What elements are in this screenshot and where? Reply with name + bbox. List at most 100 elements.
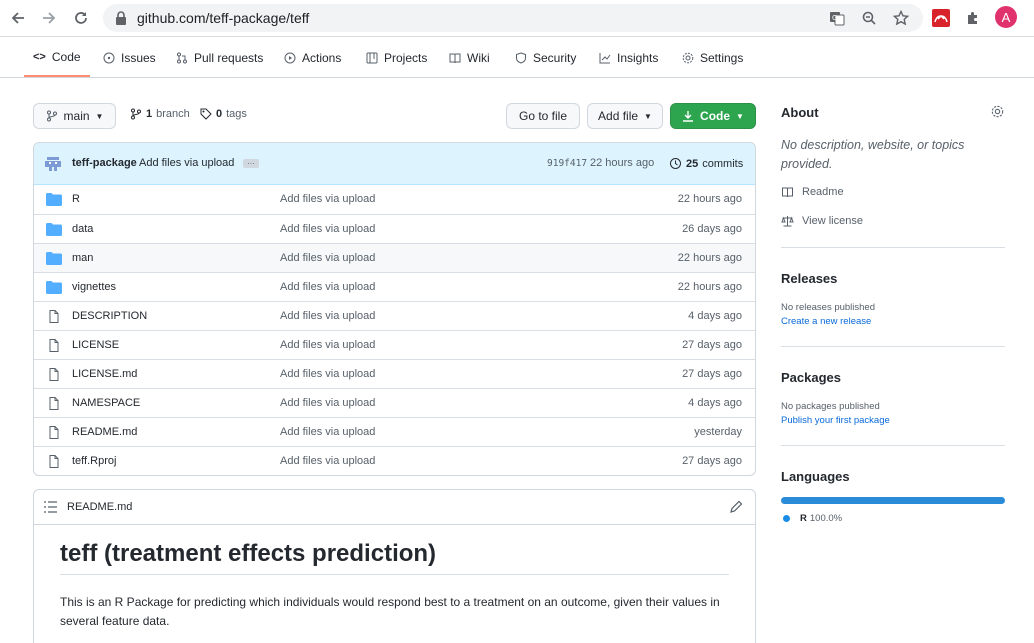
tab-settings[interactable]: Settings [682,38,743,77]
file-commit-message[interactable]: Add files via upload [280,193,375,205]
file-commit-message[interactable]: Add files via upload [280,339,375,351]
language-name: R [800,513,807,524]
readme-link-label: Readme [802,186,844,198]
expand-commit-button[interactable]: … [243,158,259,168]
language-item[interactable]: R 100.0% [783,513,842,524]
create-release-link[interactable]: Create a new release [781,316,871,327]
commit-count-label: commits [702,157,744,170]
file-icon [49,397,59,410]
folder-icon [46,223,62,236]
translate-button[interactable]: G [827,9,847,27]
forward-button[interactable] [37,6,61,30]
branch-icon [46,110,57,122]
file-row[interactable]: vignettes Add files via upload 22 hours ag… [34,272,755,301]
file-commit-message[interactable]: Add files via upload [280,310,375,322]
file-name[interactable]: R [72,193,80,205]
tags-link[interactable]: 0 tags [200,108,247,120]
profile-avatar[interactable]: A [995,6,1017,28]
branch-count: 1 [146,108,153,120]
readme-body: This is an R Package for predicting whic… [60,595,720,628]
file-row[interactable]: LICENSE.md Add files via upload 27 days ag… [34,359,755,388]
file-name[interactable]: README.md [72,426,137,438]
tab-pull-requests[interactable]: Pull requests [176,38,263,77]
file-name[interactable]: NAMESPACE [72,397,140,409]
zoom-button[interactable] [859,9,879,27]
tab-projects[interactable]: Projects [366,38,427,77]
star-icon [893,10,909,26]
tab-label: Actions [302,50,342,65]
list-icon[interactable] [44,501,57,513]
tab-security[interactable]: Security [515,38,576,77]
file-age: 22 hours ago [677,193,742,205]
tab-insights[interactable]: Insights [599,38,658,77]
tab-code[interactable]: <> Code [24,38,90,77]
browser-toolbar: github.com/teff-package/teff G A [0,0,1034,37]
reload-button[interactable] [69,6,93,30]
tab-label: Pull requests [194,50,264,65]
file-commit-message[interactable]: Add files via upload [280,368,375,380]
add-file-button[interactable]: Add file ▼ [587,103,663,129]
file-age: 26 days ago [682,223,742,235]
file-icon [49,310,59,323]
commit-sha[interactable]: 919f417 [547,158,587,169]
go-to-file-button[interactable]: Go to file [506,103,580,129]
shield-icon [516,51,526,64]
divider [781,346,1005,347]
file-row[interactable]: man Add files via upload 22 hours ago [34,243,755,272]
extensions-button[interactable] [962,7,984,29]
file-commit-message[interactable]: Add files via upload [280,455,375,467]
bookmark-button[interactable] [891,9,911,27]
author-avatar[interactable] [44,155,62,173]
branches-link[interactable]: 1 branch [130,108,190,120]
law-icon [781,216,794,227]
file-browser: teff-package Add files via upload … 919f… [33,142,756,476]
file-name[interactable]: teff.Rproj [72,455,116,467]
tab-actions[interactable]: Actions [284,38,341,77]
tab-issues[interactable]: Issues [103,38,156,77]
file-commit-message[interactable]: Add files via upload [280,252,375,264]
mendeley-extension-button[interactable] [930,7,952,29]
file-name[interactable]: data [72,223,93,235]
tab-label: Insights [617,50,659,65]
address-bar[interactable]: github.com/teff-package/teff G [103,4,923,32]
file-age: yesterday [694,426,742,438]
file-commit-message[interactable]: Add files via upload [280,281,375,293]
file-commit-message[interactable]: Add files via upload [280,223,375,235]
file-row[interactable]: R Add files via upload 22 hours ago [34,185,755,214]
file-name[interactable]: LICENSE.md [72,368,137,380]
commits-link[interactable]: 25 commits [669,157,743,170]
gear-icon[interactable] [991,105,1004,118]
folder-icon [46,281,62,294]
file-commit-message[interactable]: Add files via upload [280,397,375,409]
code-button[interactable]: Code ▼ [670,103,756,129]
tag-count: 0 [216,108,223,120]
file-name[interactable]: LICENSE [72,339,119,351]
packages-heading[interactable]: Packages [781,370,841,385]
file-name[interactable]: man [72,252,93,264]
file-row[interactable]: teff.Rproj Add files via upload 27 days ag… [34,446,755,475]
language-percent: 100.0% [809,513,843,524]
zoom-icon [862,11,876,25]
file-name[interactable]: vignettes [72,281,116,293]
branch-select-button[interactable]: main ▼ [33,103,116,129]
tab-wiki[interactable]: Wiki [449,38,490,77]
back-button[interactable] [6,6,30,30]
file-row[interactable]: README.md Add files via upload yesterday [34,417,755,446]
commit-author[interactable]: teff-package [72,157,137,169]
license-link-label: View license [802,215,863,227]
file-row[interactable]: LICENSE Add files via upload 27 days ago [34,330,755,359]
file-age: 22 hours ago [677,281,742,293]
file-name[interactable]: DESCRIPTION [72,310,147,322]
readme-link[interactable]: Readme [781,186,844,198]
releases-heading[interactable]: Releases [781,271,837,286]
file-row[interactable]: DESCRIPTION Add files via upload 4 days ag… [34,301,755,330]
license-link[interactable]: View license [781,215,863,227]
repo-description: No description, website, or topics provi… [781,138,965,171]
pencil-icon[interactable] [729,500,743,514]
publish-package-link[interactable]: Publish your first package [781,415,890,426]
file-commit-message[interactable]: Add files via upload [280,426,375,438]
file-row[interactable]: data Add files via upload 26 days ago [34,214,755,243]
readme-header: README.md [34,490,755,525]
file-row[interactable]: NAMESPACE Add files via upload 4 days ago [34,388,755,417]
commit-message[interactable]: Add files via upload [139,157,234,169]
